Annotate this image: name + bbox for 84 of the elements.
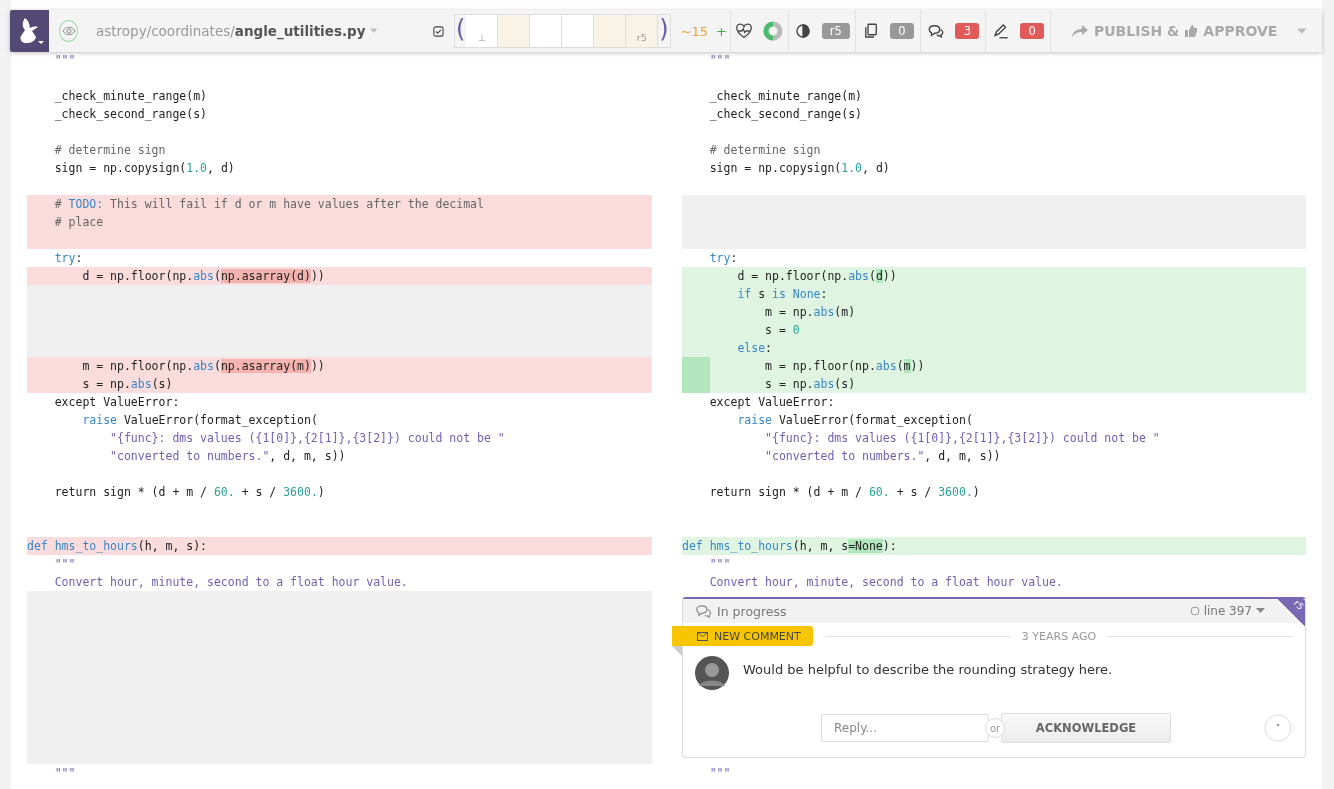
- code-line: sign = np.copysign(1.0, d): [53, 160, 235, 177]
- bracket: (: [454, 15, 467, 45]
- code-line: # determine sign: [53, 142, 166, 159]
- revision-cell[interactable]: [562, 15, 595, 47]
- heart-pulse-icon[interactable]: [735, 23, 754, 39]
- revision-cell[interactable]: [530, 15, 563, 47]
- code-line: sign = np.copysign(1.0, d): [708, 160, 890, 177]
- logo-drawing[interactable]: [10, 10, 50, 52]
- code-line: if s is None:: [736, 286, 828, 303]
- changes-count: ~15: [680, 23, 709, 39]
- code-line: def hms_to_hours(h, m, s=None):: [682, 538, 897, 555]
- code-line: return sign * (d + m / 60. + s / 3600.): [53, 484, 325, 501]
- checkbox-icon[interactable]: [433, 24, 444, 38]
- code-line: except ValueError:: [53, 394, 180, 411]
- tag-label: NEW COMMENT: [714, 629, 801, 643]
- code-line: except ValueError:: [708, 394, 835, 411]
- thumbs-up-icon: [1184, 24, 1199, 38]
- contrast-icon: [793, 22, 812, 40]
- caret-icon[interactable]: [369, 28, 378, 34]
- donut-chart-icon[interactable]: [763, 21, 784, 41]
- code-line: """: [53, 52, 76, 69]
- code-line: # TODO: This will fail if d or m have values after the decimal: [53, 196, 484, 213]
- code-line: else:: [736, 340, 773, 357]
- count-badge: 0: [889, 23, 914, 39]
- code-line: Convert hour, minute, second to a float hour value.: [53, 574, 408, 591]
- count-badge: 0: [1020, 23, 1045, 39]
- code-line: try:: [53, 250, 83, 267]
- revision-label: r5: [1291, 598, 1306, 612]
- pen-icon: [992, 22, 1011, 40]
- count-badge: 3: [955, 23, 980, 39]
- bracket: ): [658, 15, 670, 45]
- comments-icon: [927, 22, 946, 40]
- line-reference[interactable]: line 397: [1189, 604, 1265, 618]
- code-line: def hms_to_hours(h, m, s):: [27, 538, 208, 555]
- code-line: s = 0: [764, 322, 800, 339]
- code-line: raise ValueError(format_exception(: [81, 412, 318, 429]
- code-line: "converted to numbers.", d, m, s)): [109, 448, 346, 465]
- comment-time: 3 YEARS AGO: [1021, 629, 1097, 643]
- acknowledge-button[interactable]: ACKNOWLEDGE: [1001, 713, 1171, 743]
- code-line: """: [708, 765, 731, 782]
- revision-cell[interactable]: ⊥: [466, 15, 499, 47]
- code-line: _check_second_range(s): [708, 106, 862, 123]
- code-line: s = np.abs(s): [764, 376, 856, 393]
- code-line: _check_minute_range(m): [53, 88, 207, 105]
- code-line: d = np.floor(np.abs(np.asarray(d))): [81, 268, 325, 285]
- eye-icon: [61, 26, 76, 36]
- code-line: m = np.abs(m): [764, 304, 856, 321]
- count-badge: r5: [821, 23, 850, 39]
- avatar: [695, 656, 729, 690]
- code-line: # determine sign: [708, 142, 821, 159]
- code-line: """: [53, 556, 76, 573]
- code-line: "converted to numbers.", d, m, s)): [764, 448, 1001, 465]
- code-line: _check_minute_range(m): [708, 88, 862, 105]
- code-line: """: [53, 765, 76, 782]
- share-icon: [1071, 24, 1089, 38]
- status-circle-icon[interactable]: [1263, 713, 1293, 743]
- code-line: Convert hour, minute, second to a float hour value.: [708, 574, 1063, 591]
- caret-icon: [1256, 608, 1265, 614]
- additions-count: +: [716, 23, 727, 39]
- file-path[interactable]: astropy/coordinates/angle_utilities.py: [95, 23, 366, 39]
- code-line: s = np.abs(s): [81, 376, 173, 393]
- envelope-icon: [697, 631, 708, 641]
- code-line: m = np.floor(np.abs(np.asarray(m))): [81, 358, 325, 375]
- code-line: try:: [708, 250, 738, 267]
- code-line: "{func}: dms values ({1[0]},{2[1]},{3[2]}) could not be ": [109, 430, 505, 447]
- code-line: # place: [53, 214, 104, 231]
- code-line: _check_second_range(s): [53, 106, 207, 123]
- revision-cell[interactable]: [498, 15, 531, 47]
- tag-fold: [672, 646, 682, 656]
- code-line: """: [708, 52, 731, 69]
- revision-cell[interactable]: [594, 15, 627, 47]
- reply-field[interactable]: Reply...: [821, 714, 989, 742]
- comment-status: In progress: [717, 603, 788, 619]
- code-line: "{func}: dms values ({1[0]},{2[1]},{3[2]}) could not be ": [764, 430, 1160, 447]
- crosshair-icon: [1189, 606, 1200, 616]
- code-line: return sign * (d + m / 60. + s / 3600.): [708, 484, 980, 501]
- caret-icon[interactable]: [1297, 27, 1307, 35]
- comment-text: Would be helpful to describe the rounding strategy here.: [743, 662, 1113, 677]
- code-line: m = np.floor(np.abs(m)): [764, 358, 925, 375]
- code-line: raise ValueError(format_exception(: [736, 412, 973, 429]
- revision-cell[interactable]: r5: [626, 15, 659, 47]
- code-line: d = np.floor(np.abs(d)): [736, 268, 897, 285]
- comments-icon: [695, 603, 713, 619]
- code-line: """: [708, 556, 731, 573]
